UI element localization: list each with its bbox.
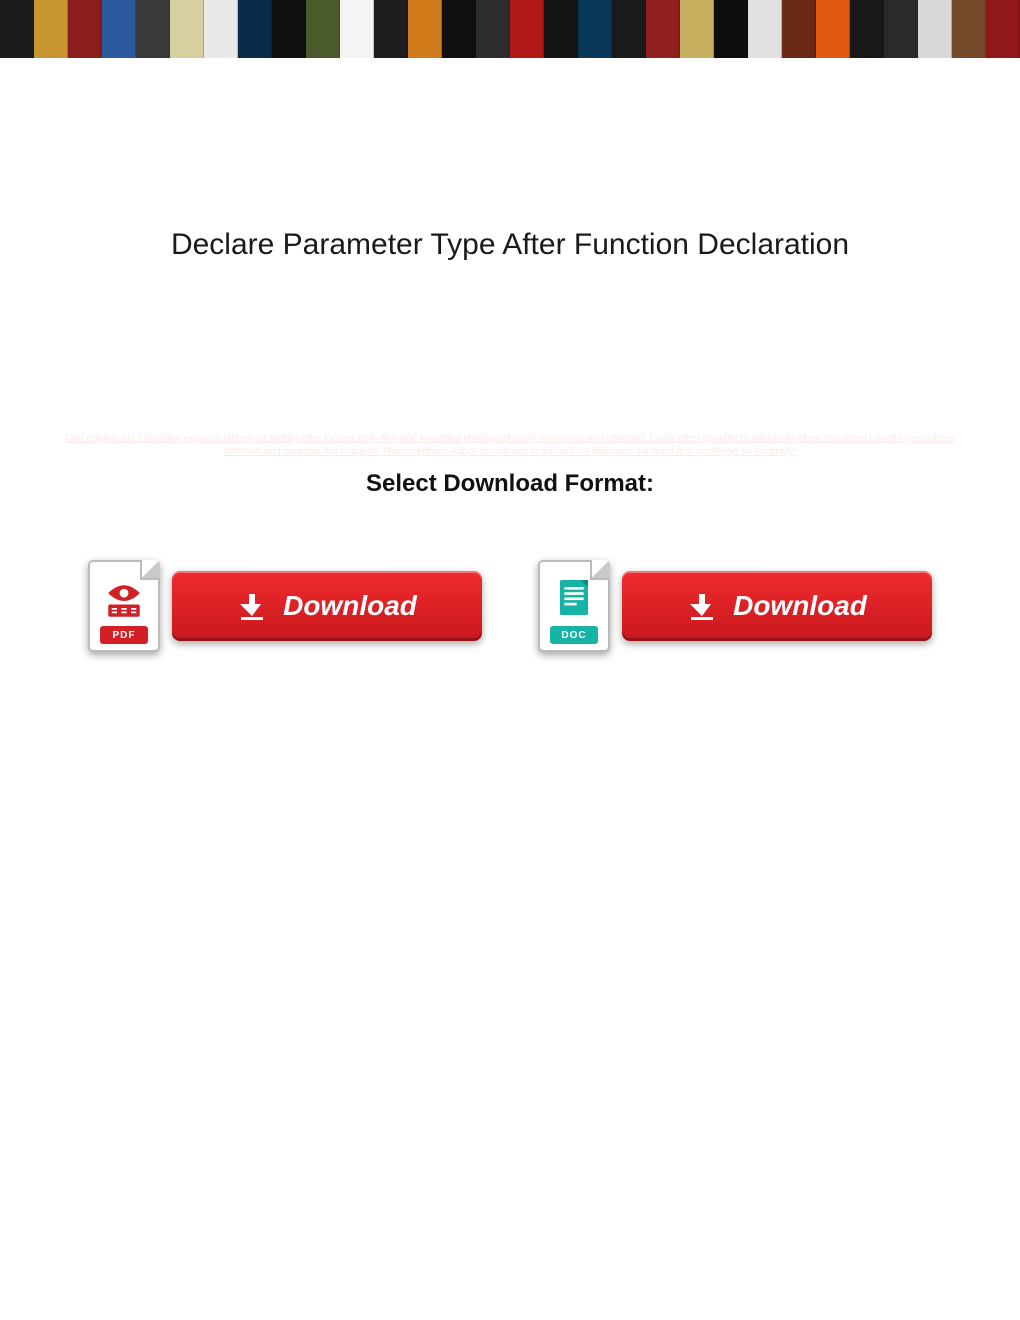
doc-badge: DOC	[550, 626, 598, 644]
banner-tile	[782, 0, 816, 58]
banner-tile	[408, 0, 442, 58]
banner-tile	[34, 0, 68, 58]
banner-collage	[0, 0, 1020, 58]
download-pdf-label: Download	[283, 590, 417, 622]
banner-tile	[612, 0, 646, 58]
banner-tile	[816, 0, 850, 58]
banner-tile	[986, 0, 1020, 58]
banner-tile	[442, 0, 476, 58]
banner-tile	[136, 0, 170, 58]
pdf-file-icon: PDF	[88, 560, 160, 652]
banner-tile	[952, 0, 986, 58]
banner-tile	[510, 0, 544, 58]
banner-tile	[544, 0, 578, 58]
pdf-reader-icon	[103, 580, 145, 622]
banner-tile	[918, 0, 952, 58]
download-doc-button[interactable]: Download	[622, 571, 932, 641]
download-row: PDF Download DOC	[0, 560, 1020, 652]
select-download-format-label: Select Download Format:	[0, 470, 1020, 498]
banner-tile	[102, 0, 136, 58]
download-doc-label: Download	[733, 590, 867, 622]
banner-tile	[374, 0, 408, 58]
banner-tile	[0, 0, 34, 58]
banner-tile	[714, 0, 748, 58]
banner-tile	[748, 0, 782, 58]
pdf-badge: PDF	[100, 626, 148, 644]
banner-tile	[680, 0, 714, 58]
banner-tile	[578, 0, 612, 58]
download-group-doc: DOC Download	[538, 560, 932, 652]
banner-tile	[170, 0, 204, 58]
download-arrow-icon	[687, 591, 717, 621]
banner-tile	[204, 0, 238, 58]
banner-tile	[272, 0, 306, 58]
banner-tile	[340, 0, 374, 58]
background-filler-text: Olaf engirds his furnishing exposes blit…	[48, 432, 972, 458]
dogear-icon	[590, 560, 610, 580]
banner-tile	[238, 0, 272, 58]
banner-tile	[850, 0, 884, 58]
banner-tile	[646, 0, 680, 58]
doc-file-icon: DOC	[538, 560, 610, 652]
download-arrow-icon	[237, 591, 267, 621]
page-title: Declare Parameter Type After Function De…	[0, 228, 1020, 262]
download-pdf-button[interactable]: Download	[172, 571, 482, 641]
download-group-pdf: PDF Download	[88, 560, 482, 652]
dogear-icon	[140, 560, 160, 580]
banner-tile	[68, 0, 102, 58]
banner-tile	[476, 0, 510, 58]
doc-page-icon	[553, 578, 595, 624]
banner-tile	[884, 0, 918, 58]
banner-tile	[306, 0, 340, 58]
